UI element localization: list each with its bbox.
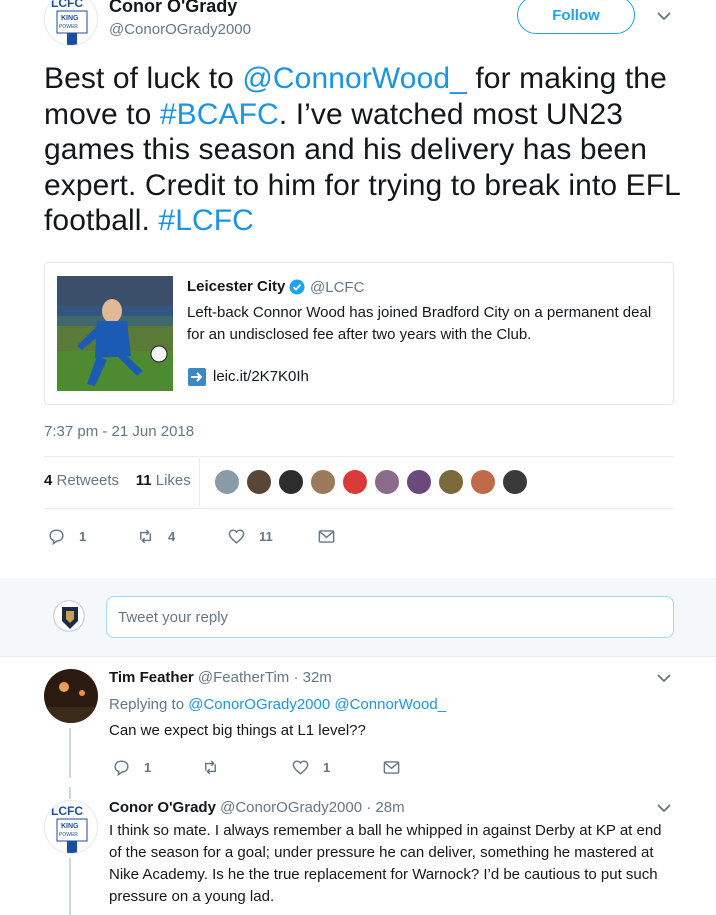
tweet-text-link[interactable]: #BCAFC bbox=[160, 98, 279, 131]
retweets-label: Retweets bbox=[56, 472, 120, 489]
like-action[interactable]: 11 bbox=[227, 527, 273, 546]
liker-avatar[interactable] bbox=[342, 469, 368, 495]
svg-text:POWER: POWER bbox=[59, 24, 78, 30]
like-count: 11 bbox=[259, 529, 273, 544]
reply-icon bbox=[114, 760, 129, 777]
heart-icon bbox=[228, 529, 245, 544]
like-action[interactable]: 1 bbox=[291, 758, 330, 777]
replying-to-label: Replying to bbox=[109, 696, 185, 713]
liker-avatar[interactable] bbox=[374, 469, 400, 495]
thread-line bbox=[69, 728, 71, 778]
reply-author-handle[interactable]: @ConorOGrady2000 bbox=[220, 799, 362, 816]
reply-time[interactable]: · 32m bbox=[293, 669, 331, 686]
likes-label: Likes bbox=[155, 472, 191, 489]
tweet-stats: 4 Retweets 11 Likes bbox=[44, 472, 191, 489]
svg-text:KING: KING bbox=[61, 823, 79, 830]
divider bbox=[0, 656, 716, 657]
author-avatar[interactable]: LCFC KING POWER bbox=[44, 0, 98, 46]
reply-text: Can we expect big things at L1 level?? bbox=[109, 722, 366, 739]
divider bbox=[44, 508, 674, 509]
envelope-icon bbox=[383, 761, 400, 774]
retweet-count: 4 bbox=[168, 529, 176, 544]
tweet-text: Best of luck to @ConnorWood_ for making … bbox=[44, 61, 684, 239]
like-count: 1 bbox=[323, 760, 331, 775]
liker-avatar[interactable] bbox=[470, 469, 496, 495]
reply-author-name[interactable]: Tim Feather bbox=[109, 669, 194, 686]
likes-stat[interactable]: 11 Likes bbox=[136, 472, 191, 489]
reply-count: 1 bbox=[79, 529, 87, 544]
quoted-tweet-text: Left-back Connor Wood has joined Bradfor… bbox=[187, 304, 652, 343]
tweet-text-link[interactable]: #LCFC bbox=[158, 204, 254, 237]
reply-author-handle[interactable]: @FeatherTim bbox=[198, 669, 289, 686]
tweet-timestamp[interactable]: 7:37 pm - 21 Jun 2018 bbox=[44, 423, 194, 440]
stats-separator bbox=[199, 458, 200, 506]
svg-text:LCFC: LCFC bbox=[51, 804, 83, 818]
quoted-author-handle[interactable]: @LCFC bbox=[310, 279, 364, 296]
liker-avatar[interactable] bbox=[438, 469, 464, 495]
tweet-text-link[interactable]: @ConnorWood_ bbox=[242, 62, 467, 95]
liker-avatar[interactable] bbox=[310, 469, 336, 495]
liker-avatar[interactable] bbox=[214, 469, 240, 495]
envelope-icon bbox=[318, 530, 335, 543]
svg-text:KING: KING bbox=[61, 15, 79, 22]
liker-avatar[interactable] bbox=[246, 469, 272, 495]
heart-icon bbox=[292, 760, 309, 775]
arrow-right-icon bbox=[188, 368, 206, 386]
author-handle[interactable]: @ConorOGrady2000 bbox=[109, 21, 251, 38]
svg-text:POWER: POWER bbox=[59, 832, 78, 838]
current-user-avatar bbox=[53, 600, 85, 632]
liker-avatar[interactable] bbox=[406, 469, 432, 495]
retweet-icon bbox=[140, 529, 151, 544]
retweet-action[interactable] bbox=[201, 758, 233, 777]
reply-header: Conor O'Grady @ConorOGrady2000 · 28m bbox=[109, 799, 405, 816]
replying-to: Replying to @ConorOGrady2000 @ConnorWood… bbox=[109, 696, 446, 713]
liker-avatar[interactable] bbox=[502, 469, 528, 495]
reply-action[interactable]: 1 bbox=[47, 527, 86, 546]
reply-author-avatar[interactable]: LCFC KING POWER bbox=[44, 800, 98, 854]
chevron-down-icon[interactable] bbox=[656, 8, 672, 24]
retweets-stat[interactable]: 4 Retweets bbox=[44, 472, 119, 489]
retweet-icon bbox=[205, 760, 216, 775]
thread-line bbox=[69, 858, 71, 915]
svg-text:LCFC: LCFC bbox=[51, 0, 83, 10]
verified-badge-icon bbox=[289, 279, 305, 295]
reply-count: 1 bbox=[144, 760, 152, 775]
reply-author-avatar[interactable] bbox=[44, 669, 98, 723]
quoted-author-name[interactable]: Leicester City bbox=[187, 278, 285, 295]
reply-action[interactable]: 1 bbox=[112, 758, 151, 777]
quoted-tweet-image[interactable] bbox=[57, 276, 173, 391]
follow-button[interactable]: Follow bbox=[517, 0, 635, 34]
reply-input[interactable]: Tweet your reply bbox=[106, 596, 674, 638]
likes-count: 11 bbox=[135, 472, 152, 489]
chevron-down-icon[interactable] bbox=[656, 800, 672, 816]
reply-text: I think so mate. I always remember a bal… bbox=[109, 822, 662, 905]
chevron-down-icon[interactable] bbox=[656, 670, 672, 686]
reply-author-name[interactable]: Conor O'Grady bbox=[109, 799, 216, 816]
message-action[interactable] bbox=[382, 758, 414, 777]
replying-to-handles[interactable]: @ConorOGrady2000 @ConnorWood_ bbox=[188, 696, 446, 713]
message-action[interactable] bbox=[317, 527, 349, 546]
thread-line bbox=[69, 787, 71, 799]
reply-icon bbox=[49, 529, 64, 546]
tweet-text-segment: Best of luck to bbox=[44, 62, 243, 95]
reply-header: Tim Feather @FeatherTim · 32m bbox=[109, 669, 332, 686]
author-name[interactable]: Conor O'Grady bbox=[109, 0, 237, 17]
liker-avatar[interactable] bbox=[278, 469, 304, 495]
retweet-action[interactable]: 4 bbox=[136, 527, 175, 546]
quoted-tweet-link[interactable]: leic.it/2K7K0Ih bbox=[213, 368, 309, 385]
divider bbox=[44, 456, 674, 457]
reply-time[interactable]: · 28m bbox=[366, 799, 404, 816]
retweets-count: 4 bbox=[44, 472, 53, 489]
